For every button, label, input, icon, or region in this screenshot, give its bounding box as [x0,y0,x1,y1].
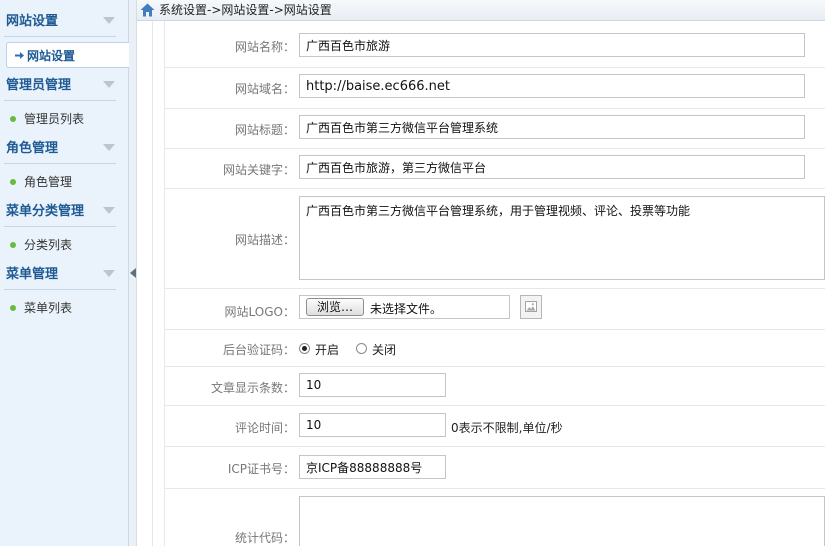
icp-label: ICP证书号： [227,462,295,476]
form-row-site-domain: 网站域名： [164,68,825,109]
arrow-right-icon [15,52,24,59]
sidebar-group-title: 管理员管理 [6,78,72,93]
chevron-down-icon[interactable] [103,207,115,214]
sidebar-item-role-management[interactable]: 角色管理 [0,170,129,194]
settings-form: 网站名称： 网站域名： 网站标题： 网站关键字： 网站描述： 广西百色市第三方微… [137,21,825,546]
form-row-stats-code: 统计代码： [164,489,825,546]
site-title-label: 网站标题： [234,123,295,137]
sidebar-item-label: 菜单列表 [24,301,73,315]
comment-time-label: 评论时间： [234,421,295,435]
comment-time-input[interactable] [299,413,446,437]
stats-code-label: 统计代码： [234,531,295,545]
divider [4,36,116,37]
sidebar-group-site-settings[interactable]: 网站设置 [0,6,129,36]
sidebar-item-menu-list[interactable]: 菜单列表 [0,296,129,320]
divider [152,21,153,546]
captcha-on-radio[interactable] [299,343,310,354]
site-title-input[interactable] [299,115,805,139]
sidebar-group-menu-category[interactable]: 菜单分类管理 [0,196,129,226]
file-status-text: 未选择文件。 [370,302,443,316]
divider [4,100,116,101]
form-row-icp: ICP证书号： [164,447,825,489]
sidebar-group-title: 菜单分类管理 [6,204,85,219]
home-icon[interactable] [140,3,155,17]
breadcrumb: 系统设置->网站设置->网站设置 [137,0,825,21]
sidebar-item-label: 角色管理 [24,175,73,189]
form-row-article-count: 文章显示条数： [164,367,825,406]
stats-code-textarea[interactable] [299,496,825,546]
site-name-input[interactable] [299,33,805,57]
browse-button[interactable]: 浏览… [306,298,364,316]
form-row-site-title: 网站标题： [164,109,825,149]
divider [4,163,116,164]
sidebar-group-admin[interactable]: 管理员管理 [0,70,129,100]
collapse-arrow-icon[interactable] [130,268,136,278]
breadcrumb-text: 系统设置->网站设置->网站设置 [159,3,332,17]
site-keywords-label: 网站关键字： [222,163,295,177]
sidebar-group-title: 角色管理 [6,141,59,156]
chevron-down-icon[interactable] [103,270,115,277]
sidebar-item-site-settings[interactable]: 网站设置 [6,42,129,68]
bullet-icon [10,179,16,185]
sidebar-item-label: 管理员列表 [24,112,85,126]
comment-time-hint: 0表示不限制,单位/秒 [451,421,563,435]
divider [4,226,116,227]
site-description-textarea[interactable]: 广西百色市第三方微信平台管理系统，用于管理视频、评论、投票等功能 [299,196,825,280]
sidebar-group-title: 菜单管理 [6,267,59,282]
form-row-captcha: 后台验证码： 开启 关闭 [164,330,825,367]
article-count-label: 文章显示条数： [210,381,295,395]
site-keywords-input[interactable] [299,155,805,179]
sidebar-group-title: 网站设置 [6,14,59,29]
site-description-label: 网站描述： [234,233,295,247]
form-row-site-description: 网站描述： 广西百色市第三方微信平台管理系统，用于管理视频、评论、投票等功能 [164,189,825,289]
site-domain-input[interactable] [299,74,805,98]
image-preview-icon[interactable] [520,295,542,319]
sidebar-item-label: 分类列表 [24,238,73,252]
sidebar-item-label: 网站设置 [27,49,76,63]
sidebar: 网站设置 网站设置 管理员管理 管理员列表 角色管理 角色管理 菜单分类管理 分… [0,0,129,546]
sidebar-group-menu[interactable]: 菜单管理 [0,259,129,289]
sidebar-group-roles[interactable]: 角色管理 [0,133,129,163]
chevron-down-icon[interactable] [103,144,115,151]
captcha-label: 后台验证码： [222,343,295,357]
site-logo-label: 网站LOGO： [224,305,295,319]
logo-file-input[interactable]: 浏览… 未选择文件。 [299,295,510,319]
bullet-icon [10,305,16,311]
form-row-site-keywords: 网站关键字： [164,149,825,189]
chevron-down-icon[interactable] [103,17,115,24]
form-row-comment-time: 评论时间： 0表示不限制,单位/秒 [164,406,825,447]
captcha-on-label: 开启 [315,343,340,357]
captcha-off-radio[interactable] [356,343,367,354]
article-count-input[interactable] [299,373,446,397]
site-domain-label: 网站域名： [234,82,295,96]
form-row-site-logo: 网站LOGO： 浏览… 未选择文件。 [164,289,825,330]
sidebar-item-admin-list[interactable]: 管理员列表 [0,107,129,131]
sidebar-collapse-handle[interactable] [129,0,137,546]
chevron-down-icon[interactable] [103,81,115,88]
bullet-icon [10,116,16,122]
bullet-icon [10,242,16,248]
site-name-label: 网站名称： [234,40,295,54]
icp-input[interactable] [299,455,446,479]
form-row-site-name: 网站名称： [164,21,825,68]
sidebar-item-category-list[interactable]: 分类列表 [0,233,129,257]
divider [4,289,116,290]
captcha-off-label: 关闭 [372,343,397,357]
